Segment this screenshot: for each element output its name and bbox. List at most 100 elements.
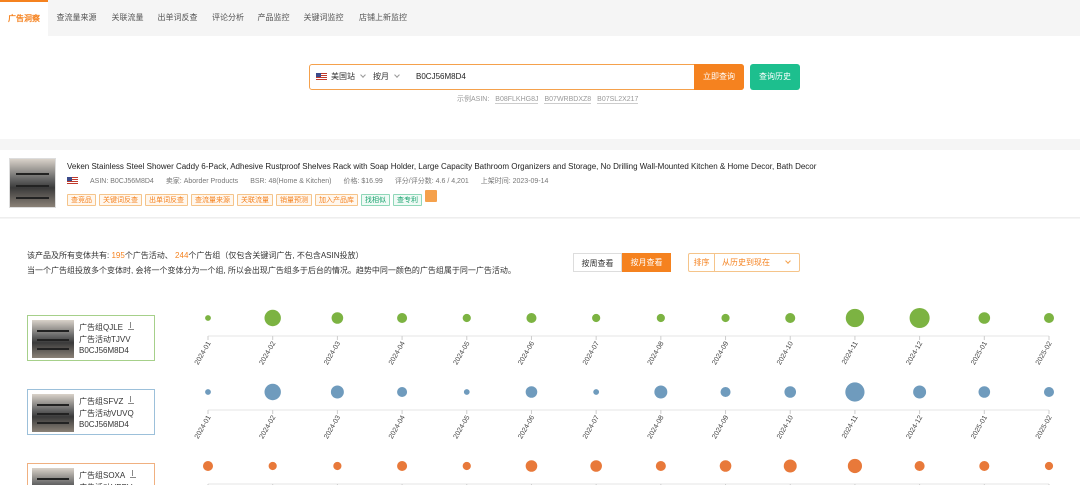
data-bubble[interactable]	[525, 386, 538, 398]
x-tick-label: 2024-02	[259, 340, 278, 366]
example-asin-link[interactable]: B08FLKHG8J	[495, 96, 539, 104]
data-bubble[interactable]	[268, 461, 277, 471]
tab-7[interactable]: 店铺上新监控	[351, 0, 415, 36]
data-bubble[interactable]	[397, 386, 408, 398]
example-asin-link[interactable]: B07WRBDXZ8	[544, 96, 592, 104]
product-image[interactable]	[9, 158, 56, 208]
ad-group-thumbnail	[32, 320, 74, 358]
x-tick-label: 2024-11	[841, 414, 860, 439]
data-bubble[interactable]	[655, 460, 666, 472]
x-tick-label: 2024-03	[323, 340, 342, 366]
example-asins-label: 示例ASIN:	[457, 96, 490, 103]
data-bubble[interactable]	[721, 313, 730, 323]
data-bubble[interactable]	[978, 386, 991, 398]
data-bubble[interactable]	[205, 315, 211, 321]
data-bubble[interactable]	[785, 312, 796, 324]
data-bubble[interactable]	[463, 389, 470, 395]
tab-2[interactable]: 关联流量	[105, 0, 150, 36]
data-bubble[interactable]	[914, 460, 925, 472]
product-seller[interactable]: 卖家: Aborder Products	[166, 178, 238, 185]
data-bubble[interactable]	[847, 458, 863, 474]
data-bubble[interactable]	[264, 383, 281, 401]
ad-group-card[interactable]: 广告组SOXA广告活动VPPVB0CJ56M8D4	[27, 463, 155, 485]
example-asin-link[interactable]: B07SL2X217	[597, 96, 639, 104]
data-bubble[interactable]	[1043, 386, 1055, 398]
product-tag[interactable]: 找相似	[361, 194, 390, 206]
data-bubble[interactable]	[719, 460, 732, 472]
query-history-button[interactable]: 查询历史	[750, 64, 800, 90]
data-bubble[interactable]	[656, 313, 665, 323]
tab-0[interactable]: 广告洞察	[0, 0, 48, 36]
data-bubble[interactable]	[592, 313, 601, 323]
tab-6[interactable]: 关键词监控	[296, 0, 351, 36]
tab-5[interactable]: 产品监控	[251, 0, 296, 36]
site-select[interactable]: 美国站	[316, 65, 366, 89]
x-tick-label: 2024-08	[647, 414, 666, 440]
data-bubble[interactable]	[979, 460, 990, 472]
data-bubble[interactable]	[264, 309, 281, 327]
product-tag[interactable]: 销量预测	[276, 194, 312, 206]
tab-4[interactable]: 评论分析	[205, 0, 251, 36]
data-bubble[interactable]	[654, 385, 668, 399]
data-bubble[interactable]	[845, 382, 865, 402]
data-bubble[interactable]	[913, 385, 927, 399]
chevron-down-icon	[360, 72, 366, 78]
product-tag[interactable]: 关键词反查	[99, 194, 142, 206]
x-tick-label: 2025-02	[1035, 414, 1054, 440]
ad-group-name: 广告组SFVZ	[79, 396, 135, 407]
data-bubble[interactable]	[783, 459, 797, 473]
ad-group-card[interactable]: 广告组SFVZ 广告活动VUVQ B0CJ56M8D4	[27, 389, 155, 435]
data-bubble[interactable]	[462, 313, 471, 323]
x-tick-label: 2025-02	[1035, 340, 1054, 366]
ad-group-name-text: 广告组SOXA	[79, 471, 126, 480]
asin-search-input[interactable]: B0CJ56M8D4	[416, 65, 466, 89]
download-icon[interactable]	[130, 470, 137, 478]
data-bubble[interactable]	[331, 312, 344, 324]
product-tag[interactable]: 查竞品	[67, 194, 96, 206]
data-bubble[interactable]	[397, 312, 408, 324]
product-tag[interactable]: 加入产品库	[315, 194, 358, 206]
period-select-label: 按月	[373, 72, 389, 81]
us-flag-icon	[67, 177, 78, 184]
tab-3[interactable]: 出单词反查	[150, 0, 205, 36]
x-tick-label: 2025-01	[970, 414, 989, 440]
data-bubble[interactable]	[397, 460, 408, 472]
example-asins: 示例ASIN: B08FLKHG8J B07WRBDXZ8 B07SL2X217	[457, 94, 639, 104]
x-tick-label: 2024-01	[194, 340, 213, 366]
product-tag[interactable]: 出单词反查	[145, 194, 188, 206]
data-bubble[interactable]	[330, 385, 344, 399]
product-tag[interactable]: 关联流量	[237, 194, 273, 206]
ad-trend-section: 该产品及所有变体共有: 195个广告活动、 244个广告组（仅包含关键词广告, …	[0, 219, 1080, 485]
data-bubble[interactable]	[593, 389, 600, 395]
product-rating: 评分/评分数: 4.6 / 4,201	[394, 178, 469, 185]
data-bubble[interactable]	[1043, 312, 1055, 324]
tab-1[interactable]: 查流量来源	[48, 0, 105, 36]
data-bubble[interactable]	[202, 460, 214, 472]
product-bsr: BSR: 48(Home & Kitchen)	[250, 178, 332, 185]
data-bubble[interactable]	[978, 312, 991, 324]
data-bubble[interactable]	[720, 386, 731, 398]
product-asin[interactable]: ASIN: B0CJ56M8D4	[90, 178, 154, 185]
data-bubble[interactable]	[205, 389, 211, 395]
product-title[interactable]: Veken Stainless Steel Shower Caddy 6-Pac…	[67, 162, 816, 171]
period-select[interactable]: 按月	[373, 65, 400, 89]
data-bubble[interactable]	[845, 308, 865, 328]
query-button[interactable]: 立即查询	[694, 64, 744, 90]
ad-group-asin: B0CJ56M8D4	[79, 420, 129, 429]
download-icon[interactable]	[128, 396, 135, 404]
download-icon[interactable]	[128, 322, 135, 330]
product-tag[interactable]: 查流量来源	[191, 194, 234, 206]
data-bubble[interactable]	[333, 461, 342, 471]
ad-group-card[interactable]: 广告组QJLE 广告活动TJVV B0CJ56M8D4	[27, 315, 155, 361]
data-bubble[interactable]	[462, 461, 471, 471]
data-bubble[interactable]	[784, 386, 797, 398]
product-card: Veken Stainless Steel Shower Caddy 6-Pac…	[0, 150, 1080, 218]
data-bubble[interactable]	[525, 460, 538, 472]
product-tag[interactable]: 查专利	[393, 194, 422, 206]
data-bubble[interactable]	[1044, 461, 1054, 471]
data-bubble[interactable]	[590, 460, 602, 472]
note-icon[interactable]	[425, 190, 437, 202]
data-bubble[interactable]	[526, 312, 537, 324]
data-bubble[interactable]	[909, 307, 930, 329]
product-price: 价格: $16.99	[343, 178, 383, 185]
